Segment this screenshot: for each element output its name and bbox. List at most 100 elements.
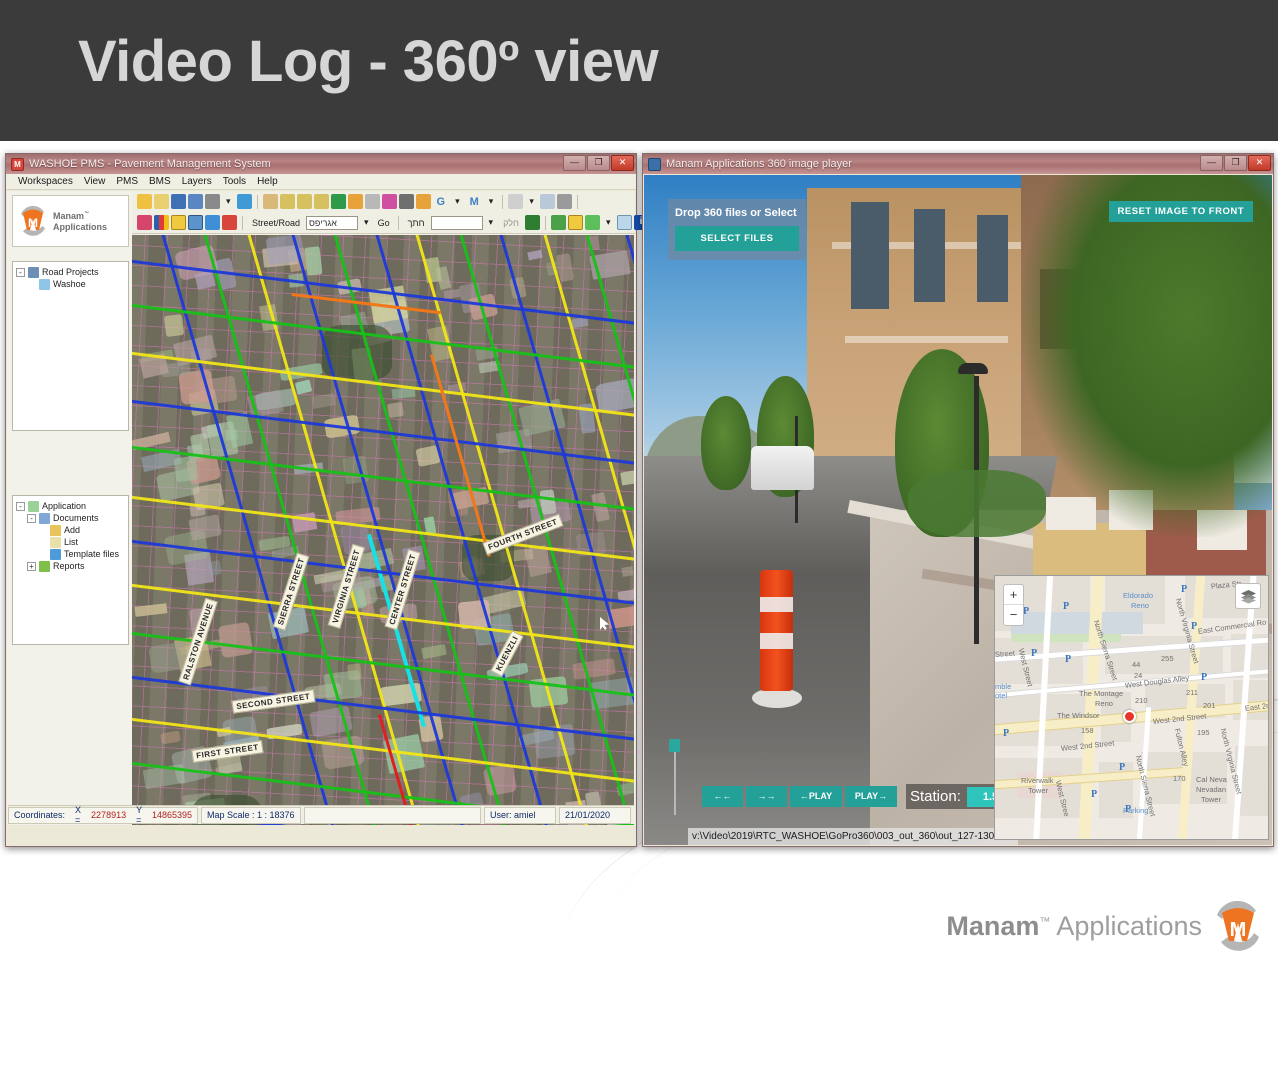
toolbar-overflow-icon[interactable] <box>256 194 258 209</box>
pin-icon[interactable] <box>398 194 414 209</box>
step-forward-button[interactable]: →→ <box>746 786 787 807</box>
tree-item-road-projects[interactable]: - Road Projects <box>16 266 125 278</box>
menu-item-bms[interactable]: BMS <box>149 176 171 187</box>
zoom-in-icon[interactable] <box>296 194 312 209</box>
zoom-out-icon[interactable] <box>313 194 329 209</box>
toolbar-overflow-icon-2[interactable] <box>502 194 504 209</box>
undo-icon[interactable] <box>347 194 363 209</box>
street-road-input[interactable] <box>306 215 359 230</box>
clear-select-icon[interactable] <box>539 194 555 209</box>
layers-icon[interactable] <box>1235 583 1261 609</box>
select-files-button[interactable]: SELECT FILES <box>675 226 799 251</box>
tree-toggle-icon[interactable]: - <box>27 513 36 523</box>
globe-icon[interactable] <box>236 194 252 209</box>
drop-files-panel[interactable]: Drop 360 files or Select SELECT FILES <box>668 199 806 260</box>
layers-stack-icon[interactable] <box>550 215 566 230</box>
street-road-dropdown-icon[interactable]: ▾ <box>364 217 369 228</box>
pitch-slider-knob[interactable] <box>669 739 680 752</box>
tree-item-washoe[interactable]: Washoe <box>16 278 125 290</box>
toolbar-overflow-icon-6[interactable] <box>544 215 546 230</box>
table-icon[interactable] <box>171 215 186 230</box>
close-button[interactable]: ✕ <box>1248 155 1271 171</box>
step-back-button[interactable]: ←← <box>702 786 743 807</box>
play-backward-button[interactable]: ←PLAY <box>790 786 842 807</box>
full-extent-icon[interactable] <box>330 194 346 209</box>
graph-spike-icon[interactable] <box>524 215 540 230</box>
toolbar-row-1[interactable]: ▾ G ▾ M ▾ ▾ <box>132 191 635 212</box>
measure-icon[interactable] <box>556 194 572 209</box>
section-dropdown-icon[interactable]: ▾ <box>489 217 494 228</box>
photo-icon[interactable] <box>188 215 203 230</box>
zoom-in-button[interactable]: + <box>1004 585 1023 605</box>
m-layer-icon[interactable]: M <box>470 196 479 208</box>
add-dropdown-icon[interactable]: ▾ <box>606 217 611 228</box>
menu-item-view[interactable]: View <box>84 176 106 187</box>
add-plus-icon[interactable] <box>584 215 600 230</box>
toolbar-row-2[interactable]: Street/Road ▾ Go חתך ▾ חלק ▾ i <box>132 212 698 233</box>
save-icon[interactable] <box>171 194 186 209</box>
label-icon[interactable] <box>616 215 632 230</box>
minimap-zoom-controls[interactable]: + − <box>1003 584 1024 626</box>
tree-item-template-files[interactable]: Template files <box>16 548 125 560</box>
zoom-icon[interactable] <box>279 194 295 209</box>
pms-menubar[interactable]: Workspaces View PMS BMS Layers Tools Hel… <box>6 174 636 190</box>
chart-icon[interactable] <box>154 215 169 230</box>
minimize-button[interactable]: — <box>563 155 586 171</box>
toolbar-overflow-icon-3[interactable] <box>576 194 578 209</box>
pan-hand-icon[interactable] <box>262 194 278 209</box>
panorama-viewport[interactable]: Drop 360 files or Select SELECT FILES RE… <box>644 175 1272 845</box>
tree-item-application[interactable]: - Application <box>16 500 125 512</box>
select-rectangle-icon[interactable] <box>508 194 524 209</box>
g-layer-icon[interactable]: G <box>437 196 446 208</box>
toolbar-overflow-icon-4[interactable] <box>242 215 243 230</box>
menu-item-pms[interactable]: PMS <box>116 176 138 187</box>
playback-controls[interactable]: ←← →→ ←PLAY PLAY→ Station: 1.59 <box>702 784 1025 809</box>
pms-window[interactable]: M WASHOE PMS - Pavement Management Syste… <box>5 153 698 847</box>
tree-item-add[interactable]: Add <box>16 524 125 536</box>
maximize-button[interactable]: ❐ <box>1224 155 1247 171</box>
player-window-controls[interactable]: — ❐ ✕ <box>1200 155 1271 171</box>
print-icon[interactable] <box>205 194 220 209</box>
go-button[interactable]: Go <box>378 218 390 228</box>
select-dropdown-icon[interactable]: ▾ <box>529 196 534 207</box>
maximize-button[interactable]: ❐ <box>587 155 610 171</box>
pms-window-controls[interactable]: — ❐ ✕ <box>563 155 634 171</box>
person-icon[interactable] <box>415 194 431 209</box>
print-dropdown-icon[interactable]: ▾ <box>226 196 231 207</box>
menu-item-layers[interactable]: Layers <box>182 176 212 187</box>
overview-minimap[interactable]: Plaza Str Eldorado Reno North Sierra Street… <box>994 575 1269 840</box>
player-window[interactable]: Manam Applications 360 image player — ❐ … <box>642 153 1274 847</box>
edit-document-icon[interactable] <box>154 194 169 209</box>
application-tree-panel[interactable]: - Application - Documents Add List Template fi… <box>12 495 129 645</box>
close-button[interactable]: ✕ <box>611 155 634 171</box>
open-folder-icon[interactable] <box>137 194 152 209</box>
delete-node-icon[interactable] <box>222 215 237 230</box>
add-node-icon[interactable] <box>205 215 220 230</box>
menu-item-workspaces[interactable]: Workspaces <box>18 176 73 187</box>
redo-icon[interactable] <box>364 194 380 209</box>
play-forward-button[interactable]: PLAY→ <box>845 786 897 807</box>
tree-toggle-icon[interactable]: + <box>27 561 36 571</box>
section-input[interactable] <box>430 215 483 230</box>
aerial-map-view[interactable]: FOURTH STREET SIERRA STREET VIRGINIA STREE… <box>132 235 634 825</box>
tree-toggle-icon[interactable]: - <box>16 501 25 511</box>
zoom-out-button[interactable]: − <box>1004 605 1023 625</box>
tree-item-list[interactable]: List <box>16 536 125 548</box>
pms-titlebar[interactable]: M WASHOE PMS - Pavement Management Syste… <box>6 154 636 174</box>
minimize-button[interactable]: — <box>1200 155 1223 171</box>
player-titlebar[interactable]: Manam Applications 360 image player — ❐ … <box>643 154 1273 174</box>
toolbar-overflow-icon-5[interactable] <box>397 215 399 230</box>
g-dropdown-icon[interactable]: ▾ <box>455 196 460 207</box>
project-tree-panel[interactable]: - Road Projects Washoe <box>12 261 129 431</box>
tree-item-reports[interactable]: + Reports <box>16 560 125 572</box>
menu-item-help[interactable]: Help <box>257 176 278 187</box>
pms-toolbars[interactable]: ▾ G ▾ M ▾ ▾ Street/Road ▾ Go חתך ▾ <box>132 191 698 234</box>
m-dropdown-icon[interactable]: ▾ <box>489 196 494 207</box>
tree-toggle-icon[interactable]: - <box>16 267 25 277</box>
pitch-slider-track[interactable] <box>674 743 676 815</box>
legend-icon[interactable] <box>567 215 583 230</box>
database-icon[interactable] <box>381 194 397 209</box>
menu-item-tools[interactable]: Tools <box>223 176 246 187</box>
reset-image-to-front-button[interactable]: RESET IMAGE TO FRONT <box>1108 201 1253 222</box>
save-as-icon[interactable] <box>188 194 203 209</box>
